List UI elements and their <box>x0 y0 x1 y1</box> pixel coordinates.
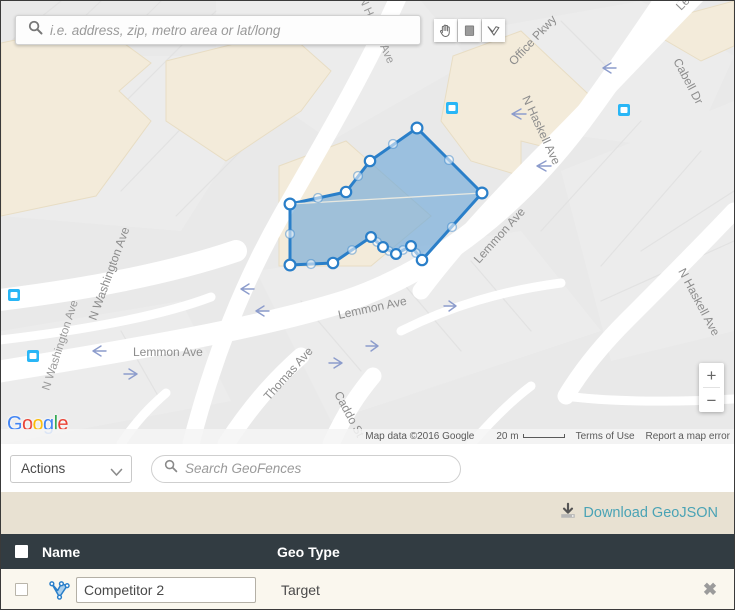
actions-dropdown[interactable]: Actions <box>10 454 132 483</box>
close-icon[interactable]: ✖ <box>703 581 717 598</box>
geofence-table-header: Name Geo Type <box>1 534 734 569</box>
pan-hand-tool[interactable] <box>434 19 457 42</box>
geofence-name-input[interactable] <box>76 576 256 603</box>
terms-of-use-link[interactable]: Terms of Use <box>576 431 635 442</box>
download-geojson-link[interactable]: Download GeoJSON <box>559 502 718 524</box>
search-icon <box>164 459 178 478</box>
square-icon <box>464 25 475 36</box>
geofence-geo-type-cell: Target <box>281 581 320 598</box>
delete-row-button[interactable]: ✖ <box>686 581 734 598</box>
polygon-icon <box>487 26 500 36</box>
checkbox-box[interactable] <box>15 583 28 596</box>
polygon-tool[interactable] <box>482 19 505 42</box>
map-scale-bar: 20 m <box>485 431 565 442</box>
map-attribution: Map data ©2016 Google 20 m Terms of Use … <box>1 429 734 444</box>
geofence-search-box[interactable] <box>151 454 461 483</box>
geofence-editor-app: .rd { stroke:#ffffff; fill:none; stroke-… <box>0 0 735 610</box>
checkbox-box[interactable] <box>15 545 28 558</box>
hand-icon <box>440 24 450 37</box>
download-bar: Download GeoJSON <box>1 492 734 534</box>
map-panel[interactable]: .rd { stroke:#ffffff; fill:none; stroke-… <box>1 1 734 444</box>
chevron-down-icon <box>110 465 123 480</box>
map-search-box[interactable] <box>15 15 421 45</box>
download-geojson-label: Download GeoJSON <box>583 505 718 521</box>
download-icon <box>559 502 577 524</box>
map-draw-tools[interactable] <box>434 19 506 42</box>
row-checkbox[interactable] <box>1 583 42 596</box>
geofence-polygon-icon <box>42 579 76 600</box>
actions-dropdown-label: Actions <box>21 461 66 476</box>
rectangle-tool[interactable] <box>458 19 481 42</box>
zoom-in-button[interactable]: + <box>699 363 724 387</box>
geofence-search-input[interactable] <box>185 461 450 476</box>
scale-bar-graphic <box>522 433 565 438</box>
map-search-input[interactable] <box>50 22 412 38</box>
geofence-name-cell[interactable] <box>76 576 276 603</box>
map-scale-label: 20 m <box>496 431 519 442</box>
select-all-checkbox[interactable] <box>1 545 42 558</box>
map-zoom-controls[interactable]: + − <box>699 363 724 412</box>
column-header-name[interactable]: Name <box>42 544 277 560</box>
map-canvas[interactable]: .rd { stroke:#ffffff; fill:none; stroke-… <box>1 1 734 444</box>
street-label: Lemmon Ave <box>133 345 203 359</box>
report-map-error-link[interactable]: Report a map error <box>646 431 730 442</box>
zoom-out-button[interactable]: − <box>699 388 724 412</box>
table-row[interactable]: Target ✖ <box>1 569 734 609</box>
map-data-credit: Map data ©2016 Google <box>365 431 475 442</box>
column-header-geo-type[interactable]: Geo Type <box>277 544 734 560</box>
search-icon <box>28 20 43 40</box>
list-toolbar: Actions <box>1 445 734 492</box>
